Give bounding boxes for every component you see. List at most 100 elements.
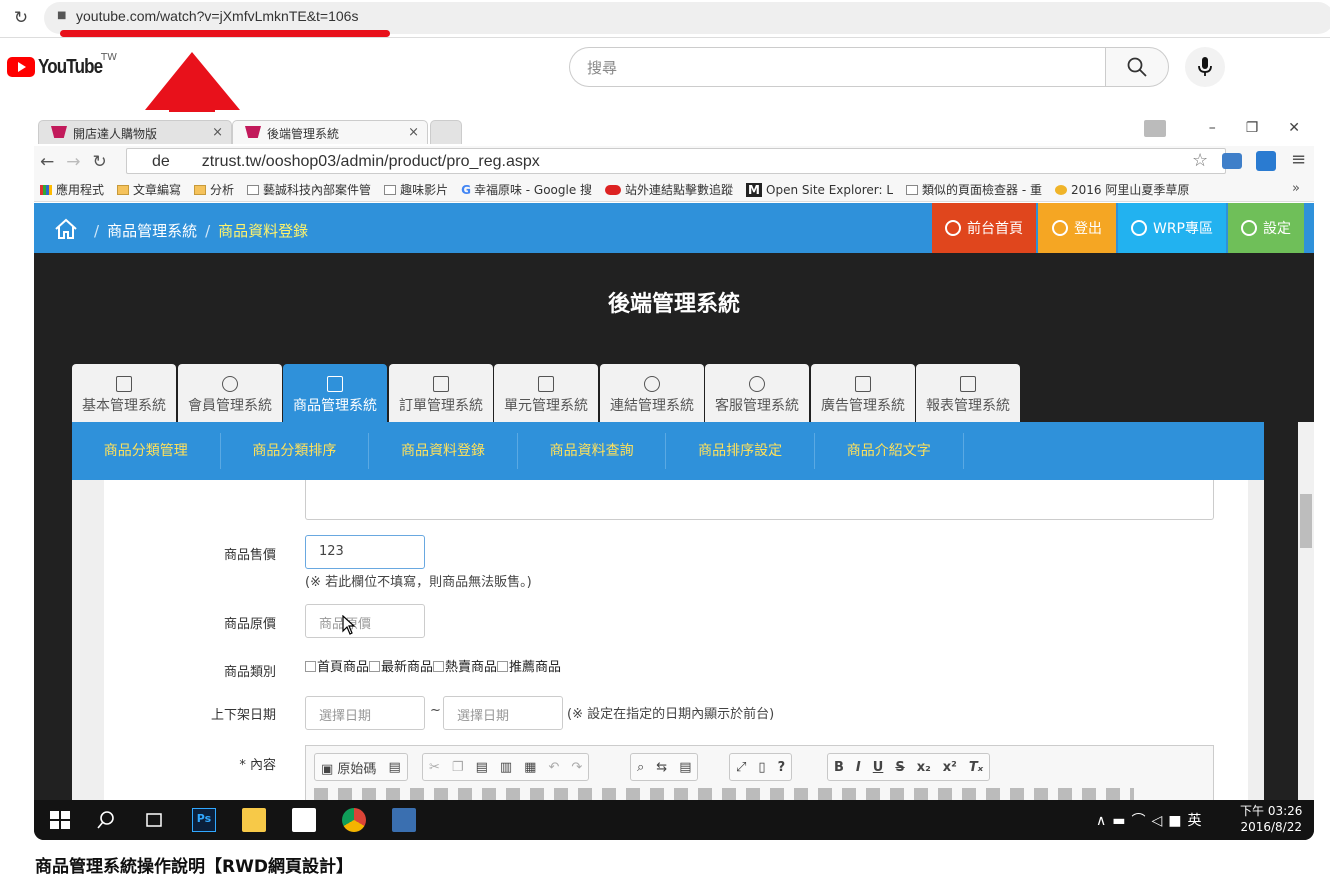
photoshop-icon[interactable]: Ps	[192, 808, 216, 832]
paste-text-icon[interactable]: ▥	[500, 760, 512, 775]
scrollbar-thumb[interactable]	[1300, 494, 1312, 548]
bookmark-folder[interactable]: 文章編寫	[117, 181, 181, 198]
extension-s-icon[interactable]	[1256, 151, 1276, 171]
tab-members[interactable]: 會員管理系統	[178, 364, 282, 422]
file-explorer-icon[interactable]	[242, 808, 266, 832]
new-tab-button[interactable]	[430, 120, 462, 144]
tab-links[interactable]: 連結管理系統	[600, 364, 704, 422]
category-new[interactable]: 最新商品	[369, 660, 433, 675]
checkbox[interactable]	[433, 661, 445, 672]
paste-icon[interactable]: ▤	[476, 760, 488, 775]
bold-icon[interactable]: B	[834, 760, 844, 775]
description-textarea[interactable]	[305, 480, 1214, 520]
chrome-icon[interactable]	[342, 808, 366, 832]
search-icon[interactable]	[94, 808, 118, 832]
forward-arrow-icon[interactable]: →	[66, 152, 92, 172]
document-icon[interactable]: ▤	[388, 760, 400, 775]
superscript-icon[interactable]: x²	[943, 760, 957, 775]
inner-tab-admin[interactable]: 後端管理系統 ×	[232, 120, 428, 144]
bookmark-star-icon[interactable]: ☆	[1192, 150, 1208, 171]
frontend-home-button[interactable]: 前台首頁	[932, 203, 1036, 253]
replace-icon[interactable]: ⇆	[656, 760, 667, 775]
volume-icon[interactable]: ◁	[1151, 813, 1168, 829]
subnav-category-sort[interactable]: 商品分類排序	[221, 433, 370, 469]
close-icon[interactable]: ×	[408, 125, 419, 140]
find-icon[interactable]: ⌕	[637, 760, 644, 775]
subnav-product-intro[interactable]: 商品介紹文字	[815, 433, 964, 469]
category-hot[interactable]: 熱賣商品	[433, 660, 497, 675]
chevron-up-icon[interactable]: ∧	[1096, 813, 1112, 829]
checkbox[interactable]	[497, 661, 509, 672]
breadcrumb-root[interactable]: 商品管理系統	[107, 222, 197, 240]
bookmark-page[interactable]: 藝誠科技內部案件管	[247, 181, 371, 198]
redo-icon[interactable]: ↷	[571, 760, 582, 775]
italic-icon[interactable]: I	[856, 760, 861, 775]
bookmark-apps[interactable]: 應用程式	[40, 181, 104, 198]
remove-format-icon[interactable]: Tₓ	[969, 760, 983, 775]
price-input[interactable]: 123	[305, 535, 425, 569]
remote-desktop-icon[interactable]	[392, 808, 416, 832]
clock[interactable]: 下午 03:26 2016/8/22	[1240, 803, 1302, 835]
bookmark-moz[interactable]: M Open Site Explorer: L	[746, 182, 893, 197]
bookmark-google[interactable]: G 幸福原味 - Google 搜	[461, 181, 592, 198]
bookmark-folder[interactable]: 分析	[194, 181, 234, 198]
logout-button[interactable]: 登出	[1038, 203, 1116, 253]
reload-icon[interactable]: ↻	[93, 152, 119, 172]
tab-reports[interactable]: 報表管理系統	[916, 364, 1020, 422]
minimize-icon[interactable]: –	[1209, 120, 1216, 136]
tab-units[interactable]: 單元管理系統	[494, 364, 598, 422]
tab-products[interactable]: 商品管理系統	[283, 364, 387, 422]
tab-basic[interactable]: 基本管理系統	[72, 364, 176, 422]
profile-icon[interactable]	[1144, 120, 1166, 137]
extension-icon[interactable]	[1222, 153, 1242, 169]
maximize-icon[interactable]: ⤢	[736, 760, 746, 775]
copy-icon[interactable]: ❐	[452, 760, 464, 775]
help-icon[interactable]: ?	[778, 760, 786, 775]
close-icon[interactable]: ×	[212, 125, 223, 140]
inner-tab-shop[interactable]: 開店達人購物版 ×	[38, 120, 232, 144]
original-price-input[interactable]: 商品原價	[305, 604, 425, 638]
subscript-icon[interactable]: x₂	[917, 760, 931, 775]
battery-icon[interactable]: ▬	[1112, 813, 1131, 829]
strike-icon[interactable]: S	[895, 760, 904, 775]
home-icon[interactable]	[54, 218, 78, 240]
category-recommended[interactable]: 推薦商品	[497, 660, 561, 675]
voice-search-button[interactable]	[1185, 47, 1225, 87]
video-player[interactable]: 開店達人購物版 × 後端管理系統 × – ❐ ✕ ←→↻ de ztrust.tw…	[34, 112, 1314, 840]
store-icon[interactable]	[292, 808, 316, 832]
restore-icon[interactable]: ❐	[1246, 120, 1259, 136]
wifi-icon[interactable]: ⌒	[1131, 813, 1151, 829]
subnav-product-register[interactable]: 商品資料登錄	[369, 433, 518, 469]
undo-icon[interactable]: ↶	[548, 760, 559, 775]
select-all-icon[interactable]: ▤	[679, 760, 691, 775]
start-date-input[interactable]: 選擇日期	[305, 696, 425, 730]
bookmark-alishan[interactable]: 2016 阿里山夏季草原	[1054, 181, 1189, 198]
show-blocks-icon[interactable]: ▯	[758, 760, 765, 775]
close-window-icon[interactable]: ✕	[1288, 120, 1300, 136]
back-arrow-icon[interactable]: ←	[40, 152, 66, 172]
message-icon[interactable]: ■	[1168, 813, 1187, 829]
youtube-logo[interactable]: YouTube	[7, 56, 114, 78]
settings-button[interactable]: 設定	[1228, 203, 1304, 253]
menu-icon[interactable]: ≡	[1291, 149, 1306, 170]
reload-icon[interactable]: ↻	[10, 7, 32, 29]
checkbox[interactable]	[369, 661, 381, 672]
paste-word-icon[interactable]: ▦	[524, 760, 536, 775]
windows-start-icon[interactable]	[48, 808, 72, 832]
ime-indicator[interactable]: 英	[1188, 813, 1208, 829]
tab-orders[interactable]: 訂單管理系統	[389, 364, 493, 422]
bookmark-tracker[interactable]: 站外連結點擊數追蹤	[605, 181, 733, 198]
page-scrollbar[interactable]	[1298, 422, 1314, 800]
source-button[interactable]: ▣ 原始碼	[321, 758, 376, 777]
cut-icon[interactable]: ✂	[429, 760, 440, 775]
bookmark-page[interactable]: 趣味影片	[384, 181, 448, 198]
subnav-product-query[interactable]: 商品資料查詢	[518, 433, 667, 469]
search-button[interactable]	[1105, 47, 1169, 87]
category-homepage[interactable]: 首頁商品	[305, 660, 369, 675]
search-input[interactable]	[569, 47, 1106, 87]
more-bookmarks-icon[interactable]: »	[1292, 181, 1300, 196]
bookmark-similar[interactable]: 類似的頁面檢查器 - 重	[906, 181, 1042, 198]
tab-ads[interactable]: 廣告管理系統	[811, 364, 915, 422]
task-view-icon[interactable]	[142, 808, 166, 832]
checkbox[interactable]	[305, 661, 316, 672]
